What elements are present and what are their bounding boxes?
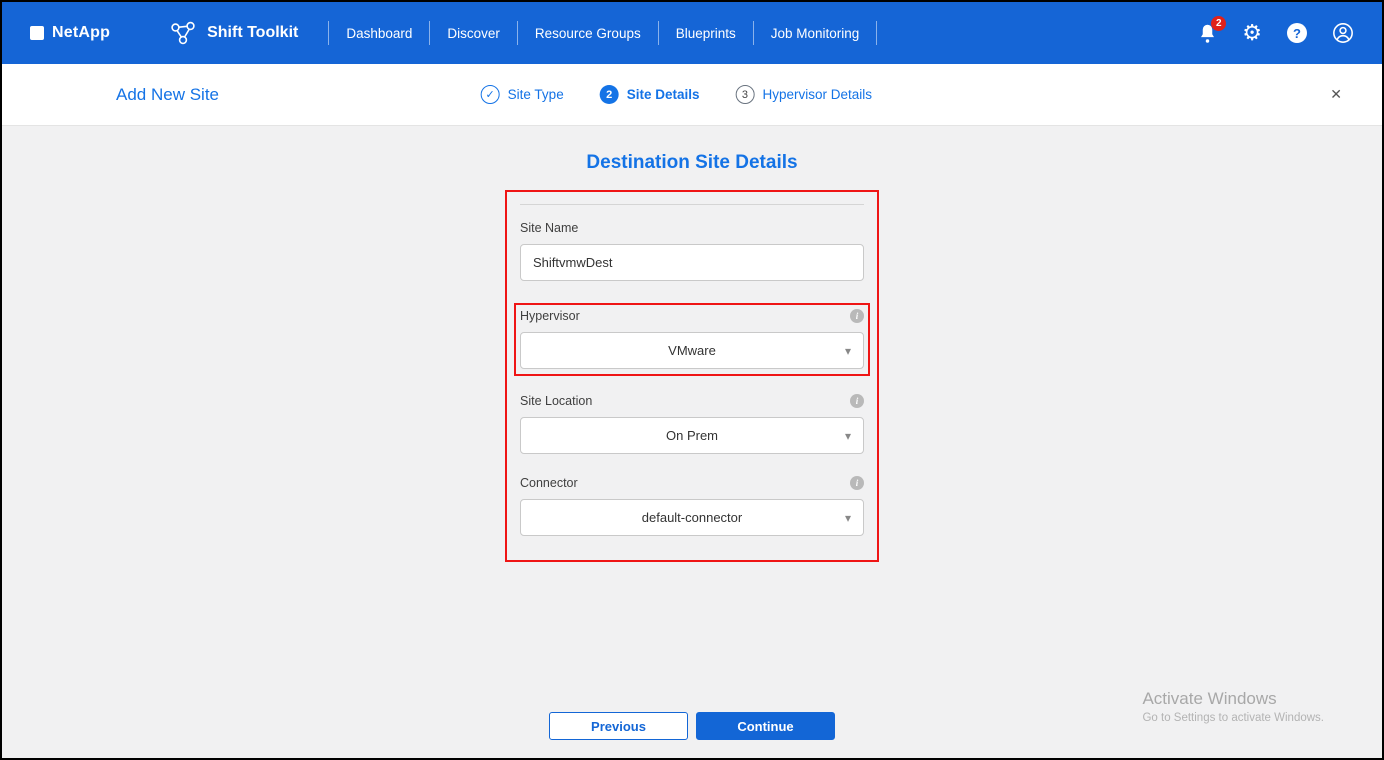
- nav-divider: [328, 21, 330, 45]
- nav-divider: [657, 21, 659, 45]
- shift-toolkit-icon: [171, 21, 195, 44]
- connector-field: Connector i default-connector ▾: [520, 476, 864, 536]
- wizard-header: Add New Site ✓ Site Type 2 Site Details …: [2, 64, 1382, 126]
- step-hypervisor-details[interactable]: 3 Hypervisor Details: [735, 85, 872, 104]
- app-name: Shift Toolkit: [207, 24, 299, 41]
- chevron-down-icon: ▾: [844, 428, 851, 443]
- step-label: Site Type: [507, 87, 564, 102]
- check-icon: ✓: [480, 85, 500, 104]
- step-number: 2: [599, 85, 619, 104]
- step-label: Hypervisor Details: [762, 87, 873, 102]
- hypervisor-select[interactable]: VMware ▾: [520, 332, 864, 369]
- settings-button[interactable]: ⚙: [1242, 22, 1262, 44]
- previous-button[interactable]: Previous: [549, 712, 688, 740]
- nav-item-job-monitoring[interactable]: Job Monitoring: [756, 26, 875, 41]
- netapp-logo[interactable]: NetApp: [30, 24, 110, 42]
- user-menu-button[interactable]: [1332, 22, 1354, 44]
- step-site-details[interactable]: 2 Site Details: [599, 85, 700, 104]
- step-label: Site Details: [626, 87, 700, 102]
- netapp-brand-text: NetApp: [52, 24, 111, 41]
- header-actions: 2 ⚙ ?: [1198, 15, 1354, 44]
- connector-select[interactable]: default-connector ▾: [520, 499, 864, 536]
- info-icon[interactable]: i: [850, 394, 864, 408]
- app-window: NetApp Shift Toolkit Dashboard Discover …: [0, 0, 1384, 760]
- wizard-footer: Previous Continue: [549, 712, 835, 740]
- nav-divider: [516, 21, 518, 45]
- site-location-value: On Prem: [665, 428, 718, 443]
- chevron-down-icon: ▾: [844, 343, 851, 358]
- main-nav: Dashboard Discover Resource Groups Bluep…: [314, 21, 879, 45]
- notification-badge: 2: [1211, 15, 1227, 31]
- user-icon: [1333, 23, 1353, 43]
- content-title: Destination Site Details: [586, 152, 798, 173]
- form-divider: [520, 204, 864, 205]
- nav-divider: [429, 21, 431, 45]
- info-icon[interactable]: i: [850, 476, 864, 490]
- site-location-select[interactable]: On Prem ▾: [520, 417, 864, 454]
- main-content: Destination Site Details Site Name Hyper…: [2, 126, 1382, 758]
- site-name-label: Site Name: [520, 221, 579, 235]
- hypervisor-field: Hypervisor i VMware ▾: [520, 309, 864, 369]
- gear-icon: ⚙: [1242, 20, 1262, 45]
- connector-value: default-connector: [641, 510, 743, 525]
- annotation-box-outer: Site Name Hypervisor i VMware ▾: [505, 190, 879, 562]
- shift-toolkit-home[interactable]: Shift Toolkit: [168, 20, 298, 47]
- site-name-field: Site Name: [520, 221, 864, 281]
- nav-item-dashboard[interactable]: Dashboard: [331, 26, 427, 41]
- close-button[interactable]: ✕: [1330, 86, 1342, 103]
- top-navigation: NetApp Shift Toolkit Dashboard Discover …: [2, 2, 1382, 64]
- nav-item-blueprints[interactable]: Blueprints: [661, 26, 751, 41]
- hypervisor-label: Hypervisor: [520, 309, 580, 323]
- nav-divider: [752, 21, 754, 45]
- nav-divider: [876, 21, 878, 45]
- step-site-type[interactable]: ✓ Site Type: [480, 85, 564, 104]
- step-number: 3: [735, 85, 755, 104]
- wizard-stepper: ✓ Site Type 2 Site Details 3 Hypervisor …: [480, 85, 872, 104]
- notifications-button[interactable]: 2: [1198, 15, 1227, 44]
- page-title: Add New Site: [116, 84, 219, 104]
- help-icon: ?: [1287, 23, 1307, 43]
- site-location-label: Site Location: [520, 394, 593, 408]
- watermark-line2: Go to Settings to activate Windows.: [1142, 712, 1324, 724]
- netapp-logo-icon: [30, 26, 44, 40]
- site-location-field: Site Location i On Prem ▾: [520, 394, 864, 454]
- hypervisor-value: VMware: [668, 343, 716, 358]
- site-name-input[interactable]: [520, 244, 864, 281]
- connector-label: Connector: [520, 476, 578, 490]
- annotation-box-hypervisor: Hypervisor i VMware ▾: [514, 303, 870, 376]
- nav-item-discover[interactable]: Discover: [432, 26, 515, 41]
- watermark-line1: Activate Windows: [1142, 689, 1277, 708]
- info-icon[interactable]: i: [850, 309, 864, 323]
- activate-windows-watermark: Activate Windows Go to Settings to activ…: [1142, 689, 1324, 724]
- nav-item-resource-groups[interactable]: Resource Groups: [520, 26, 656, 41]
- help-button[interactable]: ?: [1287, 23, 1307, 43]
- continue-button[interactable]: Continue: [696, 712, 835, 740]
- chevron-down-icon: ▾: [844, 510, 851, 525]
- site-details-form: Site Name Hypervisor i VMware ▾: [505, 190, 879, 562]
